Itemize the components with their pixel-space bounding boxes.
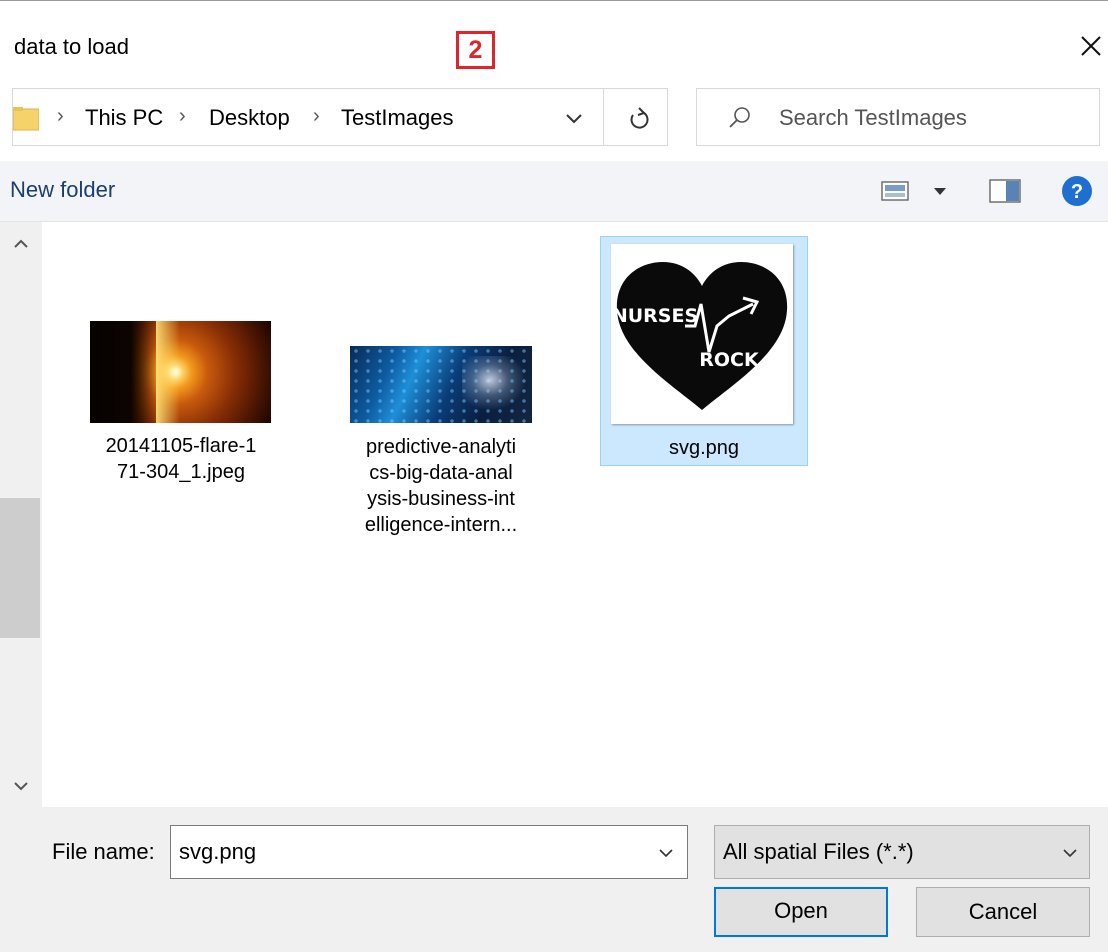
chevron-right-icon: ›: [57, 105, 64, 127]
open-button[interactable]: Open: [714, 887, 888, 937]
help-icon: ?: [1062, 176, 1092, 206]
address-history-dropdown[interactable]: [559, 103, 589, 133]
file-name-label: svg.png: [668, 437, 740, 459]
chevron-down-icon: [566, 114, 582, 124]
new-folder-button[interactable]: New folder: [10, 177, 115, 203]
file-name-line: 20141105-flare-1: [105, 435, 257, 457]
file-name-line: elligence-intern...: [364, 514, 518, 536]
chevron-down-icon: [14, 782, 28, 791]
preview-pane-icon: [989, 179, 1021, 203]
scroll-thumb[interactable]: [0, 498, 40, 638]
view-options-dropdown[interactable]: [930, 181, 950, 201]
cancel-button[interactable]: Cancel: [916, 887, 1090, 937]
caret-down-icon: [934, 188, 946, 195]
scroll-down-button[interactable]: [6, 774, 36, 798]
file-name-line: 71-304_1.jpeg: [117, 461, 245, 483]
address-divider: [603, 89, 604, 145]
close-button[interactable]: [1074, 28, 1108, 64]
title-bar: data to load 2: [0, 0, 1108, 86]
chevron-up-icon: [14, 239, 28, 248]
refresh-button[interactable]: [621, 101, 657, 135]
window-title: data to load: [14, 34, 129, 59]
search-box[interactable]: Search TestImages: [696, 88, 1100, 146]
help-button[interactable]: ?: [1060, 174, 1094, 208]
file-name-line: cs-big-data-anal: [369, 462, 513, 484]
breadcrumb-this-pc[interactable]: This PC: [85, 105, 163, 131]
step-badge: 2: [456, 31, 495, 69]
breadcrumb-testimages[interactable]: TestImages: [341, 105, 454, 131]
folder-icon: [12, 105, 40, 131]
file-name-label: 20141105-flare-1 71-304_1.jpeg: [76, 433, 286, 485]
file-item-predictive-analytics[interactable]: predictive-analyti cs-big-data-anal ysis…: [336, 330, 546, 580]
file-name-field-label: File name:: [52, 839, 155, 864]
file-name-label: predictive-analyti cs-big-data-anal ysis…: [336, 434, 546, 538]
file-name-input[interactable]: svg.png: [170, 825, 688, 879]
file-thumbnail-nurses-rock: NURSES ROCK: [611, 244, 793, 424]
svg-text:?: ?: [1071, 181, 1083, 203]
close-icon: [1081, 36, 1101, 56]
file-name-line: predictive-analyti: [365, 436, 517, 458]
file-thumbnail-analytics: [350, 346, 532, 423]
file-name-line: ysis-business-int: [367, 488, 515, 510]
chevron-right-icon: ›: [313, 105, 320, 127]
address-bar[interactable]: › This PC › Desktop › TestImages: [12, 88, 668, 146]
file-type-select[interactable]: All spatial Files (*.*): [714, 825, 1090, 879]
change-view-button[interactable]: [880, 179, 912, 203]
breadcrumb-desktop[interactable]: Desktop: [209, 105, 290, 131]
dialog-footer: File name: svg.png All spatial Files (*.…: [0, 807, 1108, 952]
file-item-svg-png-selected[interactable]: NURSES ROCK svg.png: [600, 236, 808, 466]
search-icon: [727, 105, 753, 131]
chevron-right-icon: ›: [179, 105, 186, 127]
logo-text-nurses: NURSES: [612, 305, 698, 327]
scroll-up-button[interactable]: [6, 232, 36, 256]
file-type-dropdown-arrow[interactable]: [1058, 841, 1082, 865]
heart-logo: NURSES ROCK: [612, 262, 788, 410]
chevron-down-icon: [659, 849, 673, 858]
file-thumbnail-solar-flare: [90, 321, 271, 423]
preview-pane-button[interactable]: [988, 178, 1022, 204]
file-name-history-dropdown[interactable]: [654, 841, 678, 865]
toolbar: New folder ?: [0, 161, 1108, 221]
vertical-scrollbar[interactable]: [0, 222, 42, 807]
chevron-down-icon: [1063, 849, 1077, 858]
file-item-flare-jpeg[interactable]: 20141105-flare-1 71-304_1.jpeg: [76, 300, 286, 550]
view-icon: [881, 181, 909, 201]
search-placeholder: Search TestImages: [779, 105, 967, 130]
refresh-icon: [630, 107, 649, 129]
top-border: [0, 0, 1108, 1]
